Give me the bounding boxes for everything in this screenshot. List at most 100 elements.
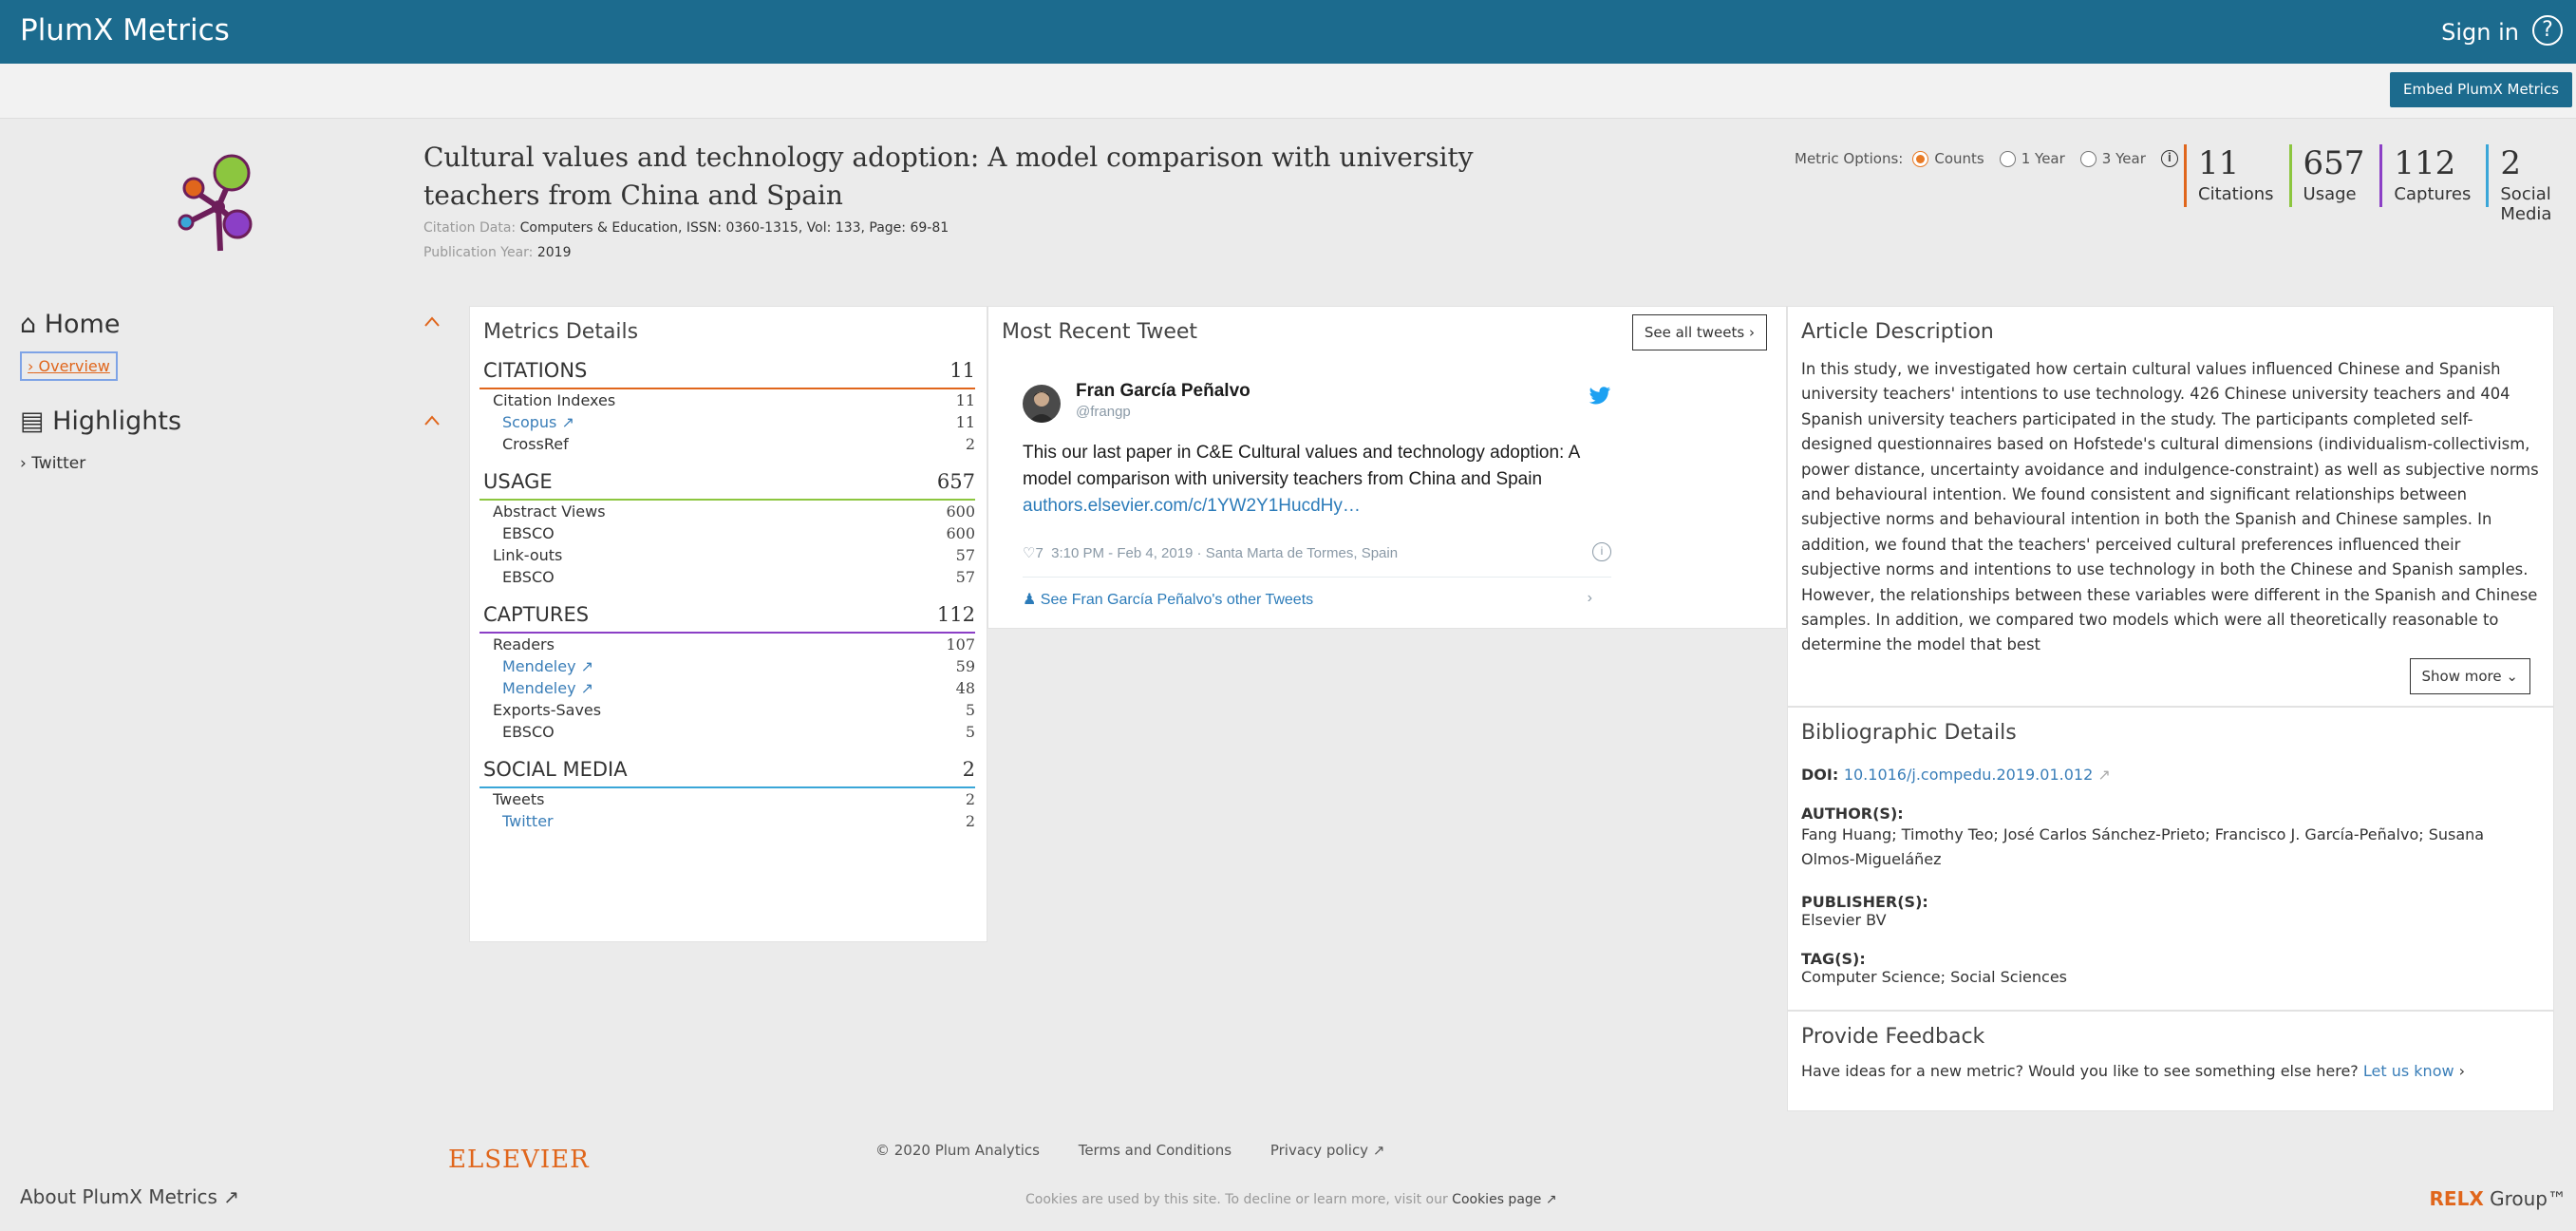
metric-label: CrossRef [502,435,569,453]
metric-label: EBSCO [502,723,555,741]
relx-logo[interactable]: RELX Group™ [2430,1187,2567,1210]
nav-home[interactable]: ⌂ Home [20,310,120,339]
twitter-bird-icon[interactable] [1589,387,1611,406]
terms-link[interactable]: Terms and Conditions [1079,1142,1232,1159]
chevron-right-icon: › [1749,324,1755,341]
footer-links: © 2020 Plum Analytics Terms and Conditio… [875,1142,1419,1159]
summary-citations-count: 11 [2198,144,2240,182]
brand-title[interactable]: PlumX Metrics [20,13,230,47]
external-link-icon: ↗ [2097,766,2111,784]
metric-row: EBSCO 600 [479,522,975,544]
nav-overview-label: Overview [38,357,110,375]
metric-row: Exports-Saves 5 [479,699,975,721]
home-icon: ⌂ [20,310,37,339]
see-other-tweets-link[interactable]: ♟ See Fran García Peñalvo's other Tweets… [1023,590,1611,609]
doi-link[interactable]: 10.1016/j.compedu.2019.01.012 [1844,766,2093,784]
summary-captures-count: 112 [2394,144,2456,182]
metric-row[interactable]: Scopus ↗ 11 [479,411,975,433]
authors-block: AUTHOR(S): Fang Huang; Timothy Teo; José … [1788,805,2553,872]
article-description-title: Article Description [1801,320,1994,344]
metric-label: EBSCO [502,568,555,586]
tweet-author-name[interactable]: Fran García Peñalvo [1076,381,1250,402]
metric-count: 48 [955,679,975,697]
radio-1-year[interactable] [1999,150,2016,167]
summary-social-media[interactable]: 2 Social Media [2486,144,2568,224]
privacy-link[interactable]: Privacy policy ↗ [1270,1142,1385,1159]
metric-row[interactable]: Mendeley ↗ 59 [479,655,975,677]
metric-link[interactable]: Twitter [502,810,554,832]
doi-label: DOI: [1801,766,1844,784]
summary-captures[interactable]: 112 Captures [2379,144,2478,207]
metric-count: 59 [955,657,975,675]
option-counts[interactable]: Counts [1912,150,1984,167]
radio-counts[interactable] [1912,150,1929,167]
metric-count: 5 [965,723,975,741]
about-plumx-link[interactable]: About PlumX Metrics ↗ [20,1185,239,1208]
authors-label: AUTHOR(S): [1801,805,1904,823]
cookies-page-link[interactable]: Cookies page ↗ [1452,1192,1556,1207]
citation-value: Computers & Education, ISSN: 0360-1315, … [519,220,950,236]
heart-icon[interactable]: ♡ [1023,545,1035,561]
option-3-year[interactable]: 3 Year [2079,150,2146,167]
let-us-know-link[interactable]: Let us know [2363,1062,2454,1080]
metric-count: 107 [946,635,975,653]
summary-social-count: 2 [2500,144,2522,182]
tweet-body: This our last paper in C&E Cultural valu… [1023,443,1580,489]
copyright-text: © 2020 Plum Analytics [875,1142,1040,1159]
embed-button[interactable]: Embed PlumX Metrics [2390,72,2572,107]
sign-in-link[interactable]: Sign in [2441,19,2519,46]
metric-summary: 11 Citations 657 Usage 112 Captures 2 So… [2184,144,2576,224]
avatar[interactable] [1023,385,1061,423]
see-all-tweets-button[interactable]: See all tweets › [1631,314,1767,350]
metric-link[interactable]: Mendeley ↗ [502,655,593,677]
metric-count: 2 [965,435,975,453]
tweet-meta: ♡7 3:10 PM - Feb 4, 2019 · Santa Marta d… [1023,542,1611,561]
show-more-button[interactable]: Show more ⌄ [2409,658,2530,694]
show-more-label: Show more [2421,668,2502,685]
metric-row: EBSCO 5 [479,721,975,743]
summary-citations[interactable]: 11 Citations [2184,144,2282,207]
metric-row[interactable]: Twitter 2 [479,810,975,832]
summary-usage-label: Usage [2303,184,2357,204]
help-icon[interactable]: ? [2532,15,2563,46]
summary-usage[interactable]: 657 Usage [2288,144,2373,207]
elsevier-logo[interactable]: ELSEVIER [448,1146,590,1174]
divider [1023,577,1611,578]
radio-3-year[interactable] [2079,150,2097,167]
option-3-year-label: 3 Year [2101,150,2146,167]
metric-link[interactable]: Mendeley ↗ [502,677,593,699]
publisher-block: PUBLISHER(S): Elsevier BV [1788,893,2553,929]
collapse-highlights-icon[interactable] [423,412,441,429]
metric-label: Exports-Saves [493,701,602,719]
tags-label: TAG(S): [1801,950,1866,968]
metric-row: Tweets 2 [479,788,975,810]
collapse-home-icon[interactable] [423,313,441,331]
tags-value: Computer Science; Social Sciences [1801,968,2068,986]
category-social-media: SOCIAL MEDIA 2 [479,743,975,788]
info-icon[interactable]: i [2160,150,2178,167]
metric-link[interactable]: Scopus ↗ [502,411,574,433]
most-recent-tweet-panel: Most Recent Tweet See all tweets › Fran … [987,306,1787,629]
tweet-link[interactable]: authors.elsevier.com/c/1YW2Y1HucdHy… [1023,496,1361,516]
nav-highlights[interactable]: ▤ Highlights [20,407,181,436]
info-icon[interactable]: i [1592,542,1611,561]
option-1-year[interactable]: 1 Year [1999,150,2065,167]
summary-citations-label: Citations [2198,184,2274,204]
summary-social-label: Social Media [2500,184,2552,224]
nav-twitter[interactable]: › Twitter [20,454,85,473]
metric-label: Tweets [493,790,545,808]
category-captures: CAPTURES 112 [479,588,975,634]
category-count: 657 [936,470,975,493]
tweet-author-handle[interactable]: @frangp [1076,404,1131,420]
category-count: 112 [936,603,975,626]
chevron-right-icon: › [2458,1062,2466,1080]
tweet-timestamp[interactable]: 3:10 PM - Feb 4, 2019 · Santa Marta de T… [1051,545,1398,561]
metric-row[interactable]: Mendeley ↗ 48 [479,677,975,699]
metric-row: Link-outs 57 [479,544,975,566]
feedback-body: Have ideas for a new metric? Would you l… [1801,1062,2363,1080]
metrics-details-panel: Metrics Details CITATIONS 11 Citation Ind… [469,306,987,942]
publisher-label: PUBLISHER(S): [1801,893,1928,911]
article-description-panel: Article Description In this study, we in… [1787,306,2554,707]
highlights-icon: ▤ [20,407,45,436]
nav-overview[interactable]: › Overview [20,351,118,381]
